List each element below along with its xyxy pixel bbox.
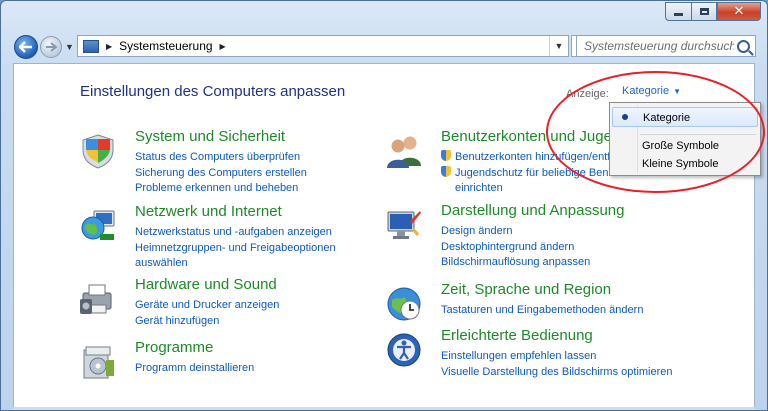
menu-item-label: Große Symbole [642,140,720,152]
menu-item-label: Kategorie [643,112,691,124]
uac-shield-icon [441,150,451,161]
search-input[interactable] [582,38,736,54]
link-check-status[interactable]: Status des Computers überprüfen [135,150,307,166]
category-title[interactable]: Programme [135,339,213,356]
link-change-background[interactable]: Desktophintergrund ändern [441,240,590,256]
link-homegroup[interactable]: Heimnetzgruppen- und Freigabeoptionen [135,241,336,257]
minimize-button[interactable] [665,2,691,21]
link-adjust-resolution[interactable]: Bildschirmauflösung anpassen [441,255,590,271]
link-devices-printers[interactable]: Geräte und Drucker anzeigen [135,298,279,314]
menu-item-large-icons[interactable]: Große Symbole [612,136,758,156]
maximize-button[interactable] [691,2,717,21]
monitor-paint-icon [387,211,421,239]
control-panel-icon [83,39,99,53]
forward-button[interactable] [40,36,62,58]
back-button[interactable] [14,35,38,59]
breadcrumb-systemsteuerung[interactable]: Systemsteuerung [119,39,212,53]
link-network-status[interactable]: Netzwerkstatus und -aufgaben anzeigen [135,225,336,241]
link-change-theme[interactable]: Design ändern [441,224,590,240]
shield-icon [82,134,114,169]
view-select[interactable]: Kategorie ▼ [622,85,681,97]
breadcrumb-arrow-icon[interactable]: ▶ [106,42,112,51]
address-bar[interactable]: ▶ Systemsteuerung ▶ ▼ [77,35,569,57]
address-dropdown[interactable]: ▼ [549,36,568,56]
link-parental-controls-cont[interactable]: einrichten [441,181,638,197]
search-icon[interactable] [737,39,750,53]
programs-box-icon [83,346,114,379]
link-homegroup-cont[interactable]: auswählen [135,256,336,272]
link-keyboards-input[interactable]: Tastaturen und Eingabemethoden ändern [441,303,643,319]
view-dropdown-menu: Kategorie Große Symbole Kleine Symbole [609,102,761,176]
ease-of-access-icon [387,333,421,367]
breadcrumb-arrow-icon[interactable]: ▶ [220,42,226,51]
horizontal-edge [13,407,755,410]
category-title[interactable]: Erleichterte Bedienung [441,327,593,344]
maximize-icon [699,8,709,15]
forward-arrow-icon [46,42,57,52]
menu-item-small-icons[interactable]: Kleine Symbole [612,154,758,174]
link-uninstall[interactable]: Programm deinstallieren [135,361,254,377]
menu-item-kategorie[interactable]: Kategorie [612,107,758,127]
radio-dot-icon [622,114,628,120]
category-title[interactable]: Hardware und Sound [135,276,277,293]
link-backup[interactable]: Sicherung des Computers erstellen [135,166,307,182]
caption-buttons: ✕ [665,2,761,21]
uac-shield-icon [441,165,451,177]
category-title[interactable]: Netzwerk und Internet [135,203,282,220]
link-troubleshoot[interactable]: Probleme erkennen und beheben [135,181,307,197]
link-text: Jugendschutz für beliebige Benutzer [455,166,633,179]
chevron-down-icon: ▼ [673,87,682,96]
control-panel-window: ✕ ▼ ▶ Systemsteuerung ▶ ▼ ↻ Einstellunge… [0,0,768,411]
recent-pages-dropdown[interactable]: ▼ [65,42,74,52]
close-icon: ✕ [733,4,745,19]
category-title[interactable]: System und Sicherheit [135,128,285,145]
menu-separator [640,134,756,135]
clock-globe-icon [387,287,421,321]
printer-icon [80,284,112,314]
menu-item-label: Kleine Symbole [642,158,719,170]
back-arrow-icon [19,41,32,53]
category-title[interactable]: Darstellung und Anpassung [441,202,624,219]
network-globe-icon [81,210,115,240]
link-recommend-settings[interactable]: Einstellungen empfehlen lassen [441,349,673,365]
users-icon [387,136,421,168]
category-title[interactable]: Zeit, Sprache und Region [441,281,611,298]
link-add-device[interactable]: Gerät hinzufügen [135,314,279,330]
chevron-down-icon: ▼ [554,41,564,51]
minimize-icon [674,13,683,16]
page-title: Einstellungen des Computers anpassen [80,83,346,100]
view-select-value: Kategorie [622,85,670,97]
close-button[interactable]: ✕ [717,2,761,21]
search-box[interactable] [576,35,756,57]
link-optimize-display[interactable]: Visuelle Darstellung des Bildschirms opt… [441,365,673,381]
view-label: Anzeige: [566,88,609,100]
